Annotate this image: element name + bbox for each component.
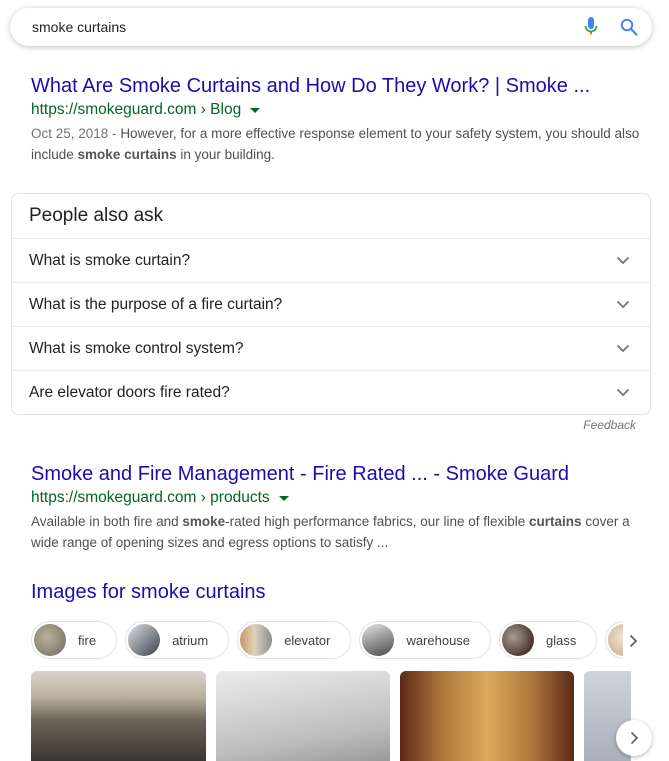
chevron-down-icon[interactable] — [616, 300, 630, 309]
caret-down-icon[interactable] — [250, 107, 261, 113]
chevron-right-icon — [630, 731, 639, 745]
chevron-right-icon[interactable] — [622, 628, 644, 654]
result-url: https://smokeguard.com › Blog — [31, 99, 641, 121]
chevron-down-icon[interactable] — [616, 388, 630, 397]
image-filter-chips: fire atrium elevator warehouse glass hor… — [31, 621, 623, 661]
paa-question[interactable]: Are elevator doors fire rated? — [12, 371, 650, 414]
paa-question[interactable]: What is smoke curtain? — [12, 239, 650, 283]
people-also-ask-box: People also ask What is smoke curtain? W… — [11, 193, 651, 415]
feedback-link[interactable]: Feedback — [583, 418, 636, 432]
image-chip-atrium[interactable]: atrium — [125, 621, 230, 659]
image-result[interactable] — [216, 671, 390, 761]
image-chip-glass[interactable]: glass — [499, 621, 598, 659]
search-result: Smoke and Fire Management - Fire Rated .… — [31, 461, 641, 553]
chip-thumbnail — [34, 624, 66, 656]
image-chip-fire[interactable]: fire — [31, 621, 118, 659]
chevron-down-icon[interactable] — [616, 344, 630, 353]
chip-thumbnail — [608, 624, 623, 656]
result-title-link[interactable]: Smoke and Fire Management - Fire Rated .… — [31, 461, 641, 487]
caret-down-icon[interactable] — [278, 495, 289, 501]
search-input[interactable] — [32, 19, 584, 35]
paa-question[interactable]: What is the purpose of a fire curtain? — [12, 283, 650, 327]
image-chip-elevator[interactable]: elevator — [237, 621, 352, 659]
search-icon[interactable] — [620, 18, 638, 36]
result-date: Oct 25, 2018 - — [31, 126, 121, 141]
paa-question-text: What is smoke curtain? — [29, 251, 191, 269]
chip-label: warehouse — [406, 632, 471, 648]
people-also-ask-heading: People also ask — [12, 194, 650, 239]
chip-thumbnail — [362, 624, 395, 656]
snippet-text: in your building. — [176, 147, 275, 162]
search-result: What Are Smoke Curtains and How Do They … — [31, 73, 641, 165]
chip-label: atrium — [172, 632, 209, 648]
chip-thumbnail — [502, 624, 535, 656]
chevron-down-icon[interactable] — [616, 256, 630, 265]
chip-label: glass — [546, 632, 577, 648]
chip-thumbnail — [240, 624, 273, 656]
snippet-text: -rated high performance fabrics, our lin… — [225, 514, 530, 529]
image-chip-warehouse[interactable]: warehouse — [359, 621, 492, 659]
image-result[interactable] — [400, 671, 574, 761]
result-url-text[interactable]: https://smokeguard.com › products — [31, 487, 270, 509]
paa-question-text: Are elevator doors fire rated? — [29, 383, 230, 401]
snippet-highlight: smoke — [182, 514, 226, 529]
result-snippet: Oct 25, 2018 - However, for a more effec… — [31, 123, 641, 165]
chip-label: fire — [78, 632, 97, 648]
result-snippet: Available in both fire and smoke-rated h… — [31, 511, 641, 553]
result-url: https://smokeguard.com › products — [31, 487, 641, 509]
image-chip-horizontal[interactable]: horizontal — [605, 621, 623, 659]
snippet-highlight: smoke curtains — [77, 147, 177, 162]
microphone-icon[interactable] — [584, 17, 598, 37]
chip-thumbnail — [128, 624, 161, 656]
next-images-button[interactable] — [616, 720, 652, 756]
result-url-text[interactable]: https://smokeguard.com › Blog — [31, 99, 241, 121]
chip-label: elevator — [284, 632, 331, 648]
images-section-heading[interactable]: Images for smoke curtains — [31, 581, 266, 604]
paa-question-text: What is the purpose of a fire curtain? — [29, 295, 283, 313]
paa-question-text: What is smoke control system? — [29, 339, 244, 357]
image-results-strip — [31, 671, 631, 761]
snippet-text: Available in both fire and — [31, 514, 183, 529]
snippet-highlight: curtains — [529, 514, 582, 529]
image-result[interactable] — [31, 671, 206, 761]
search-bar — [10, 8, 652, 46]
result-title-link[interactable]: What Are Smoke Curtains and How Do They … — [31, 73, 641, 99]
paa-question[interactable]: What is smoke control system? — [12, 327, 650, 371]
